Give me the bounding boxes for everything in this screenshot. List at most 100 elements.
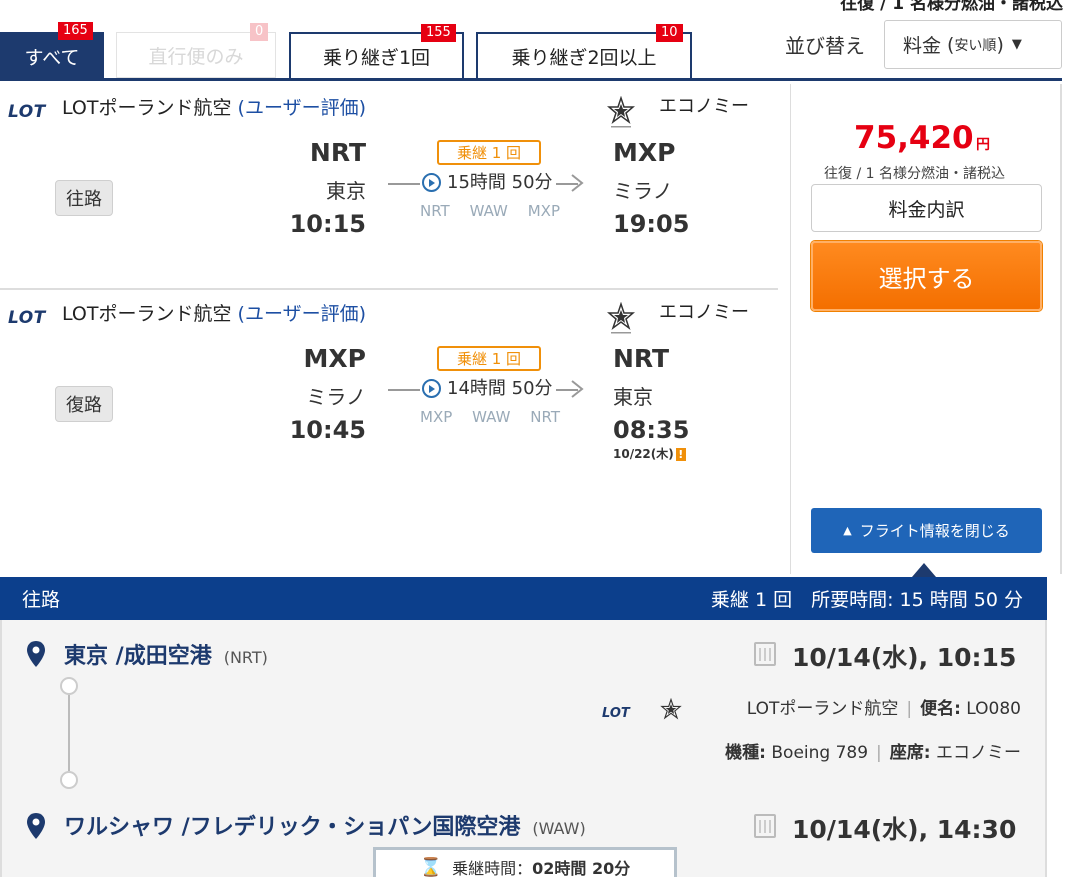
price-note: 往復 / 1 名様分燃油・諸税込 xyxy=(824,166,1005,182)
star-alliance-icon xyxy=(607,302,635,334)
stopover-airport-name: ワルシャワ /フレデリック・ショパン国際空港 xyxy=(64,815,521,840)
flight-details-header: 往路 乗継 1 回 所要時間: 15 時間 50 分 xyxy=(0,577,1047,620)
tab-direct-label: 直行便のみ xyxy=(148,45,244,68)
close-flight-info-button[interactable]: ▲ フライト情報を閉じる xyxy=(811,508,1042,553)
tab-all-count-badge: 165 xyxy=(58,22,93,40)
duration: 14時間 50分 xyxy=(447,378,553,399)
outbound-leg: LOT LOTポーランド航空 (ユーザー評価) エコノミー 往路 NRT 東京 … xyxy=(0,84,778,288)
flight-search-results: 往復 / 1 名様分燃油・諸税込 すべて 165 直行便のみ 0 乗り継ぎ1回 … xyxy=(0,0,1071,877)
price-amount: 75,420 xyxy=(854,120,974,156)
arrival-time: 19:05 xyxy=(613,210,690,238)
route-code: MXP xyxy=(420,408,453,426)
origin-airport-name: 東京 /成田空港 xyxy=(64,644,212,669)
sort-paren-open: ( xyxy=(947,33,955,56)
details-summary: 乗継 1 回 所要時間: 15 時間 50 分 xyxy=(710,589,1023,611)
departure-city: ミラノ xyxy=(306,385,366,409)
sort-paren-close: ) xyxy=(996,33,1004,56)
outbound-label: 往路 xyxy=(55,180,113,216)
departure-code: NRT xyxy=(309,138,366,167)
timeline-node xyxy=(60,771,78,789)
arrival-city: ミラノ xyxy=(613,179,673,203)
route-code: WAW xyxy=(469,202,508,220)
separator: | xyxy=(906,699,913,719)
select-button[interactable]: 選択する xyxy=(811,241,1042,311)
departure-time: 10:15 xyxy=(289,210,366,238)
segment-aircraft-info: 機種: Boeing 789 | 座席: エコノミー xyxy=(725,738,1021,763)
route-line xyxy=(388,389,420,391)
airline-name: LOTポーランド航空 (ユーザー評価) xyxy=(62,299,366,326)
details-pointer xyxy=(912,563,936,577)
tab-one-transfer-count-badge: 155 xyxy=(421,24,456,42)
star-alliance-icon xyxy=(660,698,682,720)
arrival-date-note: 10/22(木)! xyxy=(613,445,686,462)
user-rating-link[interactable]: (ユーザー評価) xyxy=(238,303,366,325)
stopover-airport: ワルシャワ /フレデリック・ショパン国際空港 (WAW) xyxy=(64,809,586,841)
location-pin-icon xyxy=(27,641,45,667)
cabin-class: エコノミー xyxy=(659,302,749,323)
cabin-class: エコノミー xyxy=(659,96,749,117)
layover-label: 乗継時間： xyxy=(452,859,533,877)
tab-two-plus-transfers[interactable]: 乗り継ぎ2回以上 10 xyxy=(476,24,692,78)
timeline-line xyxy=(68,695,70,771)
segment-airline: LOTポーランド航空 xyxy=(746,699,899,719)
sort-value: 料金 xyxy=(903,35,942,57)
tab-direct-only[interactable]: 直行便のみ 0 xyxy=(116,23,276,78)
arrival-time: 08:35 xyxy=(613,416,690,444)
arrival-city: 東京 xyxy=(613,385,653,409)
tab-one-transfer-label: 乗り継ぎ1回 xyxy=(322,46,431,69)
lot-logo-text: LOT xyxy=(602,706,630,721)
arrival-date: 10/22(木) xyxy=(613,447,674,461)
close-flight-info-label: フライト情報を閉じる xyxy=(859,522,1010,540)
return-leg: LOT LOTポーランド航空 (ユーザー評価) エコノミー 復路 MXP ミラノ… xyxy=(0,288,778,492)
tab-all[interactable]: すべて 165 xyxy=(0,22,104,80)
flight-number: LO080 xyxy=(966,699,1021,719)
stopover-airport-code: (WAW) xyxy=(532,819,586,838)
clock-icon xyxy=(422,379,441,398)
lot-logo-text: LOT xyxy=(8,102,46,122)
details-direction: 往路 xyxy=(22,589,61,611)
seat-label: 座席: xyxy=(889,743,931,763)
arrow-right-icon xyxy=(571,380,584,398)
triangle-up-icon: ▲ xyxy=(843,524,852,537)
arrow-right-icon xyxy=(571,174,584,192)
sort-label: 並び替え xyxy=(785,34,865,58)
warning-icon: ! xyxy=(675,448,686,461)
stopover-datetime: 10/14(水), 14:30 xyxy=(792,815,1017,844)
chevron-down-icon: ▼ xyxy=(1011,37,1022,52)
flight-number-label: 便名: xyxy=(920,699,961,719)
timeline-node xyxy=(60,677,78,695)
sort-value-detail: 安い順 xyxy=(954,37,997,54)
tabs-underline xyxy=(0,78,1062,81)
route-codes: NRT WAW MXP xyxy=(420,202,560,220)
sort-select[interactable]: 料金 ( 安い順 ) ▼ xyxy=(884,20,1062,69)
airline-name: LOTポーランド航空 (ユーザー評価) xyxy=(62,93,366,120)
tab-one-transfer[interactable]: 乗り継ぎ1回 155 xyxy=(289,24,464,78)
departure-code: MXP xyxy=(303,344,366,373)
layover-time: 02時間 20分 xyxy=(532,859,631,877)
lot-logo-small: LOT xyxy=(602,706,630,721)
tab-all-label: すべて xyxy=(24,46,80,69)
price-breakdown-button[interactable]: 料金内訳 xyxy=(811,184,1042,232)
flight-details-body: 東京 /成田空港 (NRT) 10/14(水), 10:15 LOT LOTポーラ… xyxy=(0,620,1047,877)
origin-airport-code: (NRT) xyxy=(223,648,268,667)
stops-badge: 乗継 1 回 xyxy=(437,346,541,371)
route-code: WAW xyxy=(472,408,511,426)
lot-logo: LOT xyxy=(8,102,46,122)
price-note-header: 往復 / 1 名様分燃油・諸税込 xyxy=(840,0,1063,14)
user-rating-link[interactable]: (ユーザー評価) xyxy=(238,97,366,119)
airline-label: LOTポーランド航空 xyxy=(62,97,232,119)
departure-city: 東京 xyxy=(326,179,366,203)
lot-logo: LOT xyxy=(8,308,46,328)
airline-label: LOTポーランド航空 xyxy=(62,303,232,325)
seat-class: エコノミー xyxy=(936,743,1021,763)
route-code: NRT xyxy=(530,408,560,426)
lot-logo-text: LOT xyxy=(8,308,46,328)
arrival-code: NRT xyxy=(613,344,670,373)
duration: 15時間 50分 xyxy=(447,172,553,193)
tab-two-plus-label: 乗り継ぎ2回以上 xyxy=(511,46,657,69)
origin-datetime: 10/14(水), 10:15 xyxy=(792,643,1017,672)
aircraft: Boeing 789 xyxy=(771,743,869,763)
star-alliance-icon xyxy=(607,96,635,128)
origin-airport: 東京 /成田空港 (NRT) xyxy=(64,638,268,670)
route-code: NRT xyxy=(420,202,450,220)
